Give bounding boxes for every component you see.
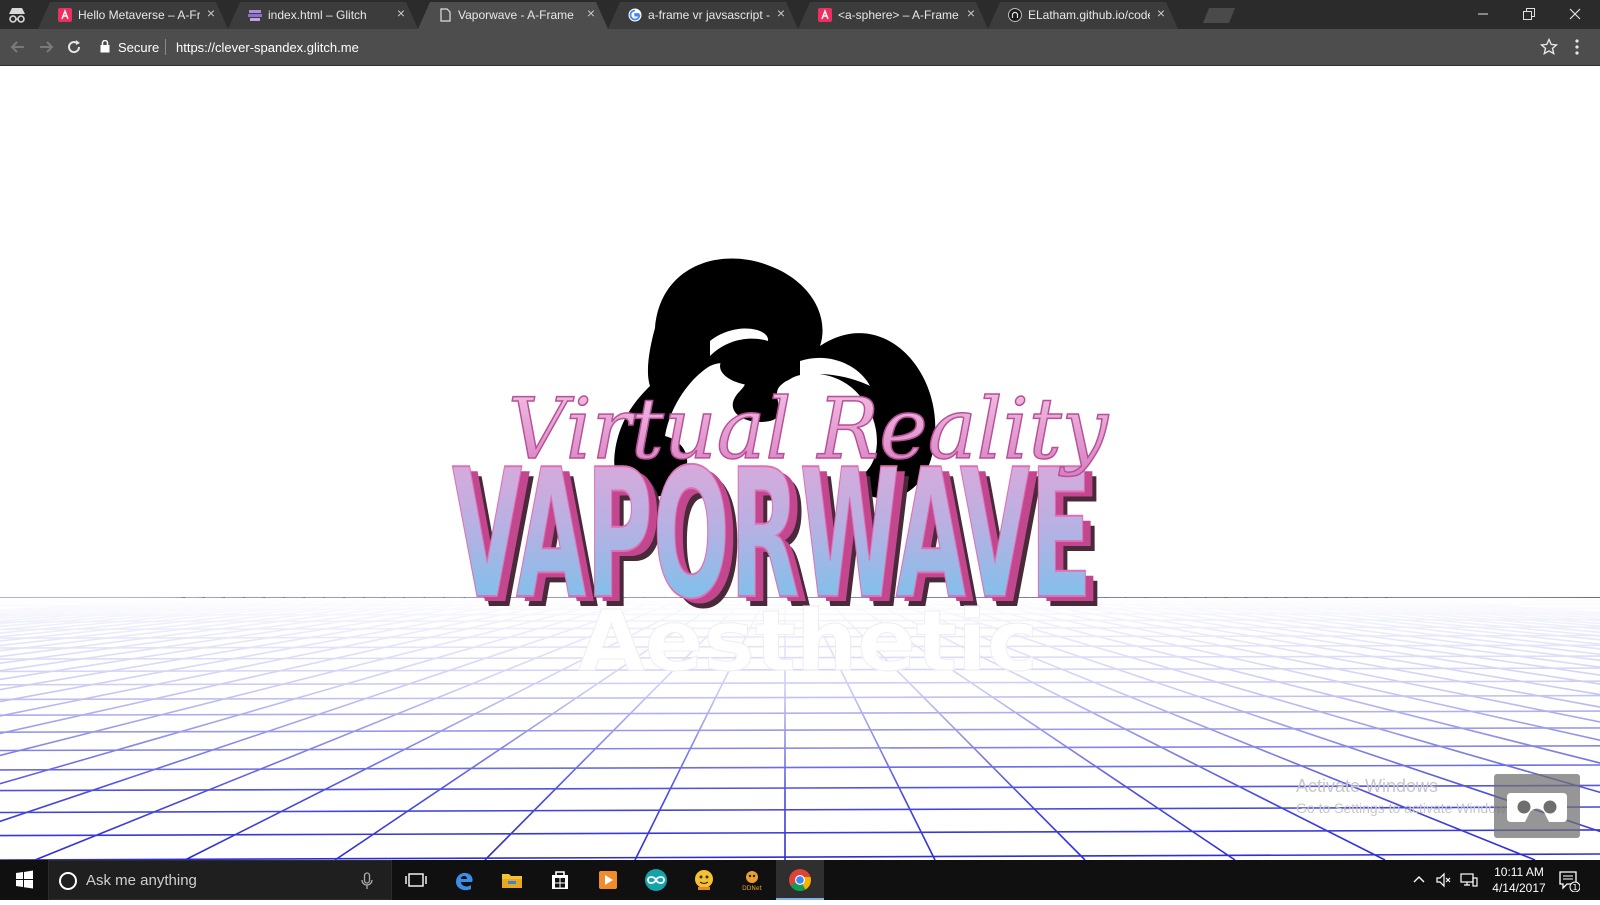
windows-logo-icon xyxy=(0,860,48,900)
taskbar-emoji-app[interactable] xyxy=(680,860,728,900)
forward-button[interactable] xyxy=(36,37,56,57)
emoji-app-icon xyxy=(692,868,716,892)
show-hidden-icons-chevron-up-icon[interactable] xyxy=(1412,872,1426,886)
browser-toolbar: Secure https://clever-spandex.glitch.me xyxy=(0,29,1600,66)
lock-icon xyxy=(100,40,110,53)
close-icon xyxy=(1569,8,1581,20)
arduino-icon xyxy=(644,868,668,892)
back-button[interactable] xyxy=(8,37,28,57)
tab-close-icon[interactable]: × xyxy=(394,6,408,20)
taskbar-arduino[interactable] xyxy=(632,860,680,900)
restore-icon xyxy=(1523,8,1535,20)
tab-close-icon[interactable]: × xyxy=(584,6,598,20)
taskbar-ddnet[interactable]: DDNet xyxy=(728,860,776,900)
minimize-icon xyxy=(1477,8,1489,20)
activate-windows-watermark: Activate Windows Go to Settings to activ… xyxy=(1296,776,1517,816)
ddnet-label: DDNet xyxy=(742,885,762,892)
media-player-icon xyxy=(596,868,620,892)
minimize-button[interactable] xyxy=(1460,0,1506,29)
tab-hello-metaverse[interactable]: Hello Metaverse – A-Frame × xyxy=(38,0,228,29)
enter-vr-button[interactable] xyxy=(1494,774,1580,838)
aframe-icon xyxy=(58,8,72,22)
file-explorer-icon xyxy=(500,868,524,892)
microphone-icon[interactable] xyxy=(361,872,373,890)
reload-button[interactable] xyxy=(64,37,84,57)
system-clock[interactable]: 10:11 AM 4/14/2017 xyxy=(1488,864,1550,896)
store-icon xyxy=(548,868,572,892)
address-bar[interactable]: Secure https://clever-spandex.glitch.me xyxy=(92,33,1558,61)
restore-button[interactable] xyxy=(1506,0,1552,29)
browser-tab-strip: Hello Metaverse – A-Frame × index.html –… xyxy=(0,0,1600,29)
watermark-subtitle: Go to Settings to activate Windows. xyxy=(1296,800,1517,816)
page-icon xyxy=(438,8,452,22)
tab-a-sphere[interactable]: <a-sphere> – A-Frame × xyxy=(798,0,988,29)
bookmark-star-icon[interactable] xyxy=(1540,38,1558,56)
incognito-icon xyxy=(6,6,28,24)
tab-vaporwave-aframe[interactable]: Vaporwave - A-Frame × xyxy=(418,0,608,29)
watermark-title: Activate Windows xyxy=(1296,776,1517,797)
edge-icon xyxy=(452,868,476,892)
tab-title: index.html – Glitch xyxy=(268,8,390,22)
tab-title: Hello Metaverse – A-Frame xyxy=(78,8,200,22)
aframe-icon xyxy=(818,8,832,22)
tab-title: Vaporwave - A-Frame xyxy=(458,8,580,22)
close-window-button[interactable] xyxy=(1552,0,1598,29)
tab-github[interactable]: ELatham.github.io/code at master × xyxy=(988,0,1178,29)
vaporwave-scene: VAPORWAVE VAPORWAVE VAPORWAVE Virtual Re… xyxy=(0,66,1600,860)
search-placeholder: Ask me anything xyxy=(86,872,197,889)
tab-close-icon[interactable]: × xyxy=(1154,6,1168,20)
glitch-icon xyxy=(248,8,262,22)
ddnet-icon: DDNet xyxy=(740,868,764,892)
new-tab-button[interactable] xyxy=(1203,8,1235,23)
taskbar-chrome[interactable] xyxy=(776,860,824,900)
taskbar-edge[interactable] xyxy=(440,860,488,900)
cortana-search-box[interactable]: Ask me anything xyxy=(48,860,392,900)
task-view-icon xyxy=(404,868,428,892)
divider xyxy=(165,39,166,55)
tab-index-html-glitch[interactable]: index.html – Glitch × xyxy=(228,0,418,29)
tab-google-search[interactable]: a-frame vr javsascript - Google Search × xyxy=(608,0,798,29)
secure-label: Secure xyxy=(118,40,159,55)
tab-close-icon[interactable]: × xyxy=(204,6,218,20)
taskbar-media-player[interactable] xyxy=(584,860,632,900)
taskbar-file-explorer[interactable] xyxy=(488,860,536,900)
tab-close-icon[interactable]: × xyxy=(964,6,978,20)
notification-count: 1 xyxy=(1572,883,1577,892)
google-icon xyxy=(628,8,642,22)
tab-title: a-frame vr javsascript - Google Search xyxy=(648,8,770,22)
chrome-icon xyxy=(788,868,812,892)
taskbar-store[interactable] xyxy=(536,860,584,900)
tab-title: ELatham.github.io/code at master xyxy=(1028,8,1150,22)
clock-date: 4/14/2017 xyxy=(1488,880,1550,896)
start-button[interactable] xyxy=(0,860,48,900)
aesthetic-text: Aesthetic xyxy=(578,592,1038,690)
cortana-icon xyxy=(59,872,77,890)
network-icon[interactable] xyxy=(1460,872,1478,888)
windows-taskbar: Ask me anything DDNet 10:11 AM 4/14/201 xyxy=(0,860,1600,900)
aframe-scene-viewport[interactable]: VAPORWAVE VAPORWAVE VAPORWAVE Virtual Re… xyxy=(0,66,1600,860)
tab-close-icon[interactable]: × xyxy=(774,6,788,20)
clock-time: 10:11 AM xyxy=(1488,864,1550,880)
task-view-button[interactable] xyxy=(392,860,440,900)
virtual-reality-script: Virtual Reality xyxy=(508,380,1110,478)
menu-dots-icon[interactable] xyxy=(1574,39,1580,55)
url-text[interactable]: https://clever-spandex.glitch.me xyxy=(176,40,359,55)
cardboard-vr-icon xyxy=(1494,774,1580,838)
volume-muted-icon[interactable] xyxy=(1436,872,1452,888)
github-icon xyxy=(1008,8,1022,22)
action-center-notification-icon[interactable]: 1 xyxy=(1558,870,1580,892)
tab-title: <a-sphere> – A-Frame xyxy=(838,8,960,22)
